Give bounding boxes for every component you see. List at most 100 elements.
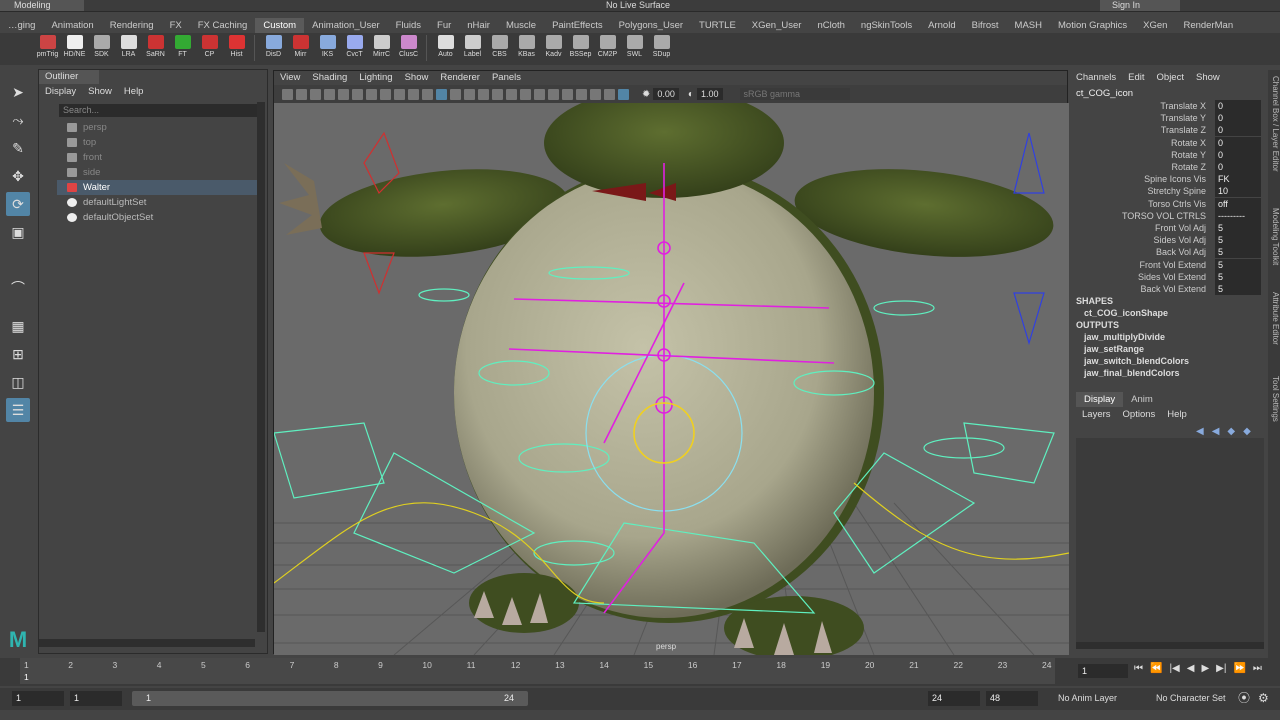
layer-menu-help[interactable]: Help (1167, 409, 1187, 420)
layer-menu-layers[interactable]: Layers (1082, 409, 1111, 420)
shelf-tab[interactable]: Arnold (920, 18, 963, 33)
channel-row[interactable]: Translate Y 0 (1072, 112, 1262, 125)
shelf-tab[interactable]: ngSkinTools (853, 18, 920, 33)
outliner-menu-display[interactable]: Display (45, 86, 76, 97)
cb-menu-channels[interactable]: Channels (1076, 72, 1116, 83)
channel-value[interactable]: 5 (1215, 258, 1261, 271)
shelf-tab[interactable]: Animation_User (304, 18, 388, 33)
channel-row[interactable]: Translate Z 0 (1072, 124, 1262, 137)
3d-scene[interactable]: persp (274, 103, 1069, 655)
move-layer-down-icon[interactable]: ◀ (1212, 426, 1220, 437)
output-item[interactable]: jaw_switch_blendColors (1084, 356, 1189, 366)
gamma-field[interactable]: 1.00 (696, 88, 723, 100)
channel-row[interactable]: Rotate Y 0 (1072, 148, 1262, 161)
shelf-button[interactable]: SaRN (142, 33, 169, 63)
shelf-tab[interactable]: XGen (1135, 18, 1175, 33)
shelf-tab[interactable]: FX Caching (190, 18, 256, 33)
shelf-button[interactable]: ClusC (395, 33, 422, 63)
outliner-menu-help[interactable]: Help (124, 86, 144, 97)
paint-select-icon[interactable]: ✎ (6, 136, 30, 160)
tab-channel-box[interactable]: Channel Box / Layer Editor (1268, 76, 1280, 172)
shelf-button[interactable]: Label (459, 33, 486, 63)
field-chart-icon[interactable] (394, 88, 405, 100)
gate-mask-icon[interactable] (380, 88, 391, 100)
play-forward-icon[interactable]: ▶ (1201, 663, 1209, 674)
workspace-dropdown[interactable]: Modeling (0, 0, 84, 11)
shelf-button[interactable]: CP (196, 33, 223, 63)
output-item[interactable]: jaw_setRange (1084, 344, 1144, 354)
move-tool-icon[interactable]: ✥ (6, 164, 30, 188)
channel-value[interactable]: 5 (1215, 283, 1261, 295)
channel-value[interactable]: 5 (1215, 270, 1261, 283)
shelf-tab[interactable]: Custom (255, 18, 305, 33)
channel-row[interactable]: TORSO VOL CTRLS --------- (1072, 209, 1262, 222)
cb-menu-object[interactable]: Object (1157, 72, 1184, 83)
auto-key-icon[interactable]: ⦿ (1238, 691, 1250, 706)
channel-row[interactable]: Sides Vol Adj 5 (1072, 234, 1262, 247)
shelf-tab[interactable]: Animation (43, 18, 101, 33)
channel-value[interactable]: FK (1215, 173, 1261, 186)
shelf-tab[interactable]: Polygons_User (611, 18, 691, 33)
play-backward-icon[interactable]: ◀ (1187, 663, 1195, 674)
shelf-button[interactable]: DisD (260, 33, 287, 63)
outliner-item[interactable]: defaultObjectSet (57, 210, 257, 225)
single-pane-layout-icon[interactable]: ▦ (6, 314, 30, 338)
tab-tool-settings[interactable]: Tool Settings (1268, 376, 1280, 422)
channel-value[interactable]: off (1215, 197, 1261, 210)
lights-icon[interactable] (492, 88, 503, 100)
channel-row[interactable]: Torso Ctrls Vis off (1072, 197, 1262, 210)
shelf-button[interactable]: CBS (486, 33, 513, 63)
lasso-tool-icon[interactable]: ⤳ (6, 108, 30, 132)
outliner-item[interactable]: front (57, 150, 257, 165)
channel-row[interactable]: Spine Icons Vis FK (1072, 173, 1262, 186)
tab-modeling-toolkit[interactable]: Modeling Toolkit (1268, 208, 1280, 265)
anim-layer-dropdown[interactable]: No Anim Layer (1058, 691, 1117, 706)
channel-row[interactable]: Back Vol Adj 5 (1072, 246, 1262, 259)
resolution-gate-icon[interactable] (366, 88, 377, 100)
sign-in-button[interactable]: Sign In (1100, 0, 1180, 11)
shelf-button[interactable]: BSSep (567, 33, 594, 63)
go-to-end-icon[interactable]: ⏭ (1253, 663, 1262, 674)
channel-value[interactable]: 5 (1215, 234, 1261, 247)
shelf-tab[interactable]: …ging (0, 18, 43, 33)
animation-end-field[interactable]: 48 (986, 691, 1038, 706)
step-back-key-icon[interactable]: ⏪ (1150, 663, 1162, 674)
default-material-icon[interactable] (450, 88, 461, 100)
shelf-tab[interactable]: Rendering (102, 18, 162, 33)
shelf-tab[interactable]: RenderMan (1175, 18, 1241, 33)
isolate-select-icon[interactable] (576, 88, 587, 100)
select-tool-icon[interactable]: ➤ (6, 80, 30, 104)
shelf-tab[interactable]: Fluids (388, 18, 429, 33)
color-space-dropdown[interactable]: sRGB gamma (739, 88, 850, 100)
channel-value[interactable]: 0 (1215, 136, 1261, 149)
channel-value[interactable]: 10 (1215, 185, 1261, 198)
channel-row[interactable]: Stretchy Spine 10 (1072, 185, 1262, 198)
textured-icon[interactable] (478, 88, 489, 100)
shelf-button[interactable]: SWL (621, 33, 648, 63)
four-pane-layout-icon[interactable]: ⊞ (6, 342, 30, 366)
viewport-menu-renderer[interactable]: Renderer (440, 71, 480, 85)
shelf-button[interactable]: Auto (432, 33, 459, 63)
outliner-item[interactable]: top (57, 135, 257, 150)
selected-object-name[interactable]: ct_COG_icon (1076, 88, 1133, 99)
xray-icon[interactable] (590, 88, 601, 100)
new-layer-selected-icon[interactable]: ◆ (1243, 426, 1251, 437)
outliner-search-input[interactable]: Search... (59, 104, 265, 117)
curve-tool-icon[interactable]: ⌒ (6, 276, 30, 300)
channel-value[interactable]: 0 (1215, 148, 1261, 161)
channel-value[interactable]: 0 (1215, 112, 1261, 125)
outliner-menu-show[interactable]: Show (88, 86, 112, 97)
outliner-hscrollbar[interactable] (39, 639, 255, 647)
shadows-icon[interactable] (506, 88, 517, 100)
viewport-menu-shading[interactable]: Shading (312, 71, 347, 85)
shelf-button[interactable]: IKS (314, 33, 341, 63)
viewport-panel[interactable]: View Shading Lighting Show Renderer Pane… (273, 70, 1069, 655)
channel-value[interactable]: --------- (1215, 209, 1261, 222)
animation-start-field[interactable]: 1 (12, 691, 64, 706)
step-forward-frame-icon[interactable]: ▶| (1216, 663, 1226, 674)
viewport-menu-panels[interactable]: Panels (492, 71, 521, 85)
shelf-tab[interactable]: TURTLE (691, 18, 744, 33)
viewport-menu-view[interactable]: View (280, 71, 300, 85)
channel-row[interactable]: Sides Vol Extend 5 (1072, 270, 1262, 283)
wireframe-on-shaded-icon[interactable] (464, 88, 475, 100)
